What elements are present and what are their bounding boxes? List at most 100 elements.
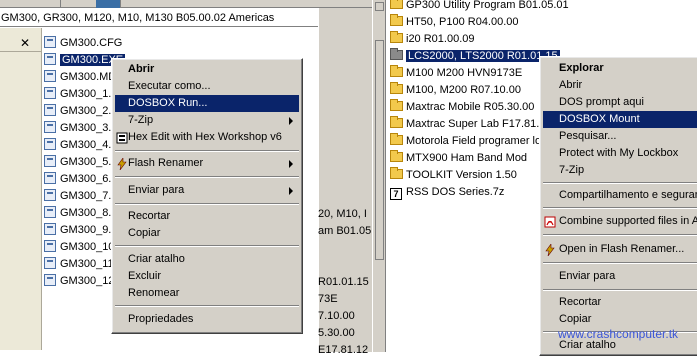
background-text: R01.01.15 (318, 276, 369, 288)
menu-item-propriedades[interactable]: Propriedades (115, 311, 299, 328)
menu-item-renomear[interactable]: Renomear (115, 285, 299, 302)
background-text: 20, M10, I (318, 208, 367, 220)
menu-item-hex-edit[interactable]: Hex Edit with Hex Workshop v6 (115, 129, 299, 146)
menu-item-copiar[interactable]: Copiar (115, 225, 299, 242)
folder-item-selected[interactable]: LCS2000, LTS2000 R01.01.15 (390, 48, 561, 65)
hex-workshop-icon (116, 132, 128, 144)
folder-item[interactable]: Motorola Field programer lo (390, 133, 541, 150)
menu-item-label: Open in Flash Renamer... (559, 243, 685, 255)
menu-item-7zip[interactable]: 7-Zip (115, 112, 299, 129)
file-item[interactable]: GM300_7. (44, 188, 111, 205)
folder-item[interactable]: M100 M200 HVN9173E (390, 65, 522, 82)
file-icon (44, 189, 56, 201)
file-icon (44, 274, 56, 286)
file-icon (44, 53, 56, 65)
file-icon (44, 36, 56, 48)
menu-item-combine-acrobat[interactable]: Combine supported files in Ac (543, 213, 697, 230)
menu-item-open-flash-renamer[interactable]: Open in Flash Renamer... (543, 241, 697, 258)
file-icon (44, 172, 56, 184)
file-icon (44, 70, 56, 82)
file-item[interactable]: GM300_6. (44, 171, 111, 188)
folder-icon (390, 65, 403, 77)
submenu-arrow-icon (289, 117, 293, 125)
menu-item-copiar[interactable]: Copiar (543, 311, 697, 328)
right-context-menu: Explorar Abrir DOS prompt aqui DOSBOX Mo… (539, 56, 697, 356)
background-text: 7.10.00 (318, 310, 355, 322)
menu-separator (115, 245, 299, 247)
file-icon (44, 104, 56, 116)
folder-item[interactable]: Maxtrac Mobile R05.30.00 (390, 99, 534, 116)
menu-separator (543, 289, 697, 291)
folder-item[interactable]: Maxtrac Super Lab F17.81. (390, 116, 539, 133)
left-path-text: GM300, GR300, M120, M10, M130 B05.00.02 … (1, 12, 275, 24)
menu-item-dosbox-mount[interactable]: DOSBOX Mount (543, 111, 697, 128)
menu-item-label: Enviar para (128, 184, 185, 196)
scroll-up-button[interactable] (375, 2, 384, 11)
file-icon (44, 206, 56, 218)
submenu-arrow-icon (289, 160, 293, 168)
menu-item-7zip[interactable]: 7-Zip (543, 162, 697, 179)
folder-item[interactable]: HT50, P100 R04.00.00 (390, 14, 519, 31)
folder-icon (390, 116, 403, 128)
left-toolbar-edge (0, 0, 372, 8)
folder-item[interactable]: i20 R01.00.09 (390, 31, 475, 48)
file-item[interactable]: GM300.CFG (44, 35, 122, 52)
menu-separator (543, 207, 697, 209)
menu-item-excluir[interactable]: Excluir (115, 268, 299, 285)
menu-item-executar-como[interactable]: Executar como... (115, 78, 299, 95)
menu-item-dos-prompt[interactable]: DOS prompt aqui (543, 94, 697, 111)
file-item[interactable]: GM300_12 (44, 273, 114, 290)
folder-icon (390, 150, 403, 162)
file-item[interactable]: GM300_10 (44, 239, 114, 256)
menu-item-enviar-para[interactable]: Enviar para (115, 182, 299, 199)
menu-item-lockbox[interactable]: Protect with My Lockbox (543, 145, 697, 162)
file-icon (44, 87, 56, 99)
folder-tree-header: ✕ (0, 34, 41, 52)
menu-item-criar-atalho[interactable]: Criar atalho (115, 251, 299, 268)
folder-icon (390, 133, 403, 145)
background-text: am B01.05 (318, 225, 372, 237)
file-item[interactable]: GM300_9. (44, 222, 111, 239)
file-item[interactable]: GM300_8. (44, 205, 111, 222)
7z-archive-icon: 7 (390, 188, 402, 200)
menu-item-enviar-para[interactable]: Enviar para (543, 268, 697, 285)
menu-item-recortar[interactable]: Recortar (543, 294, 697, 311)
menu-item-explorar[interactable]: Explorar (543, 60, 697, 77)
file-item[interactable]: GM300_1. (44, 86, 111, 103)
folder-item[interactable]: GP300 Utility Program B01.05.01 (390, 0, 569, 14)
lightning-icon (117, 158, 127, 170)
file-item[interactable]: GM300_3. (44, 120, 111, 137)
menu-item-flash-renamer[interactable]: Flash Renamer (115, 155, 299, 172)
folder-icon (390, 14, 403, 26)
file-item[interactable]: GM300_2. (44, 103, 111, 120)
folder-item[interactable]: M100, M200 R07.10.00 (390, 82, 521, 99)
background-text: 5.30.00 (318, 327, 355, 339)
file-item[interactable]: GM300.MD (44, 69, 116, 86)
folder-icon (390, 0, 403, 9)
file-icon (44, 240, 56, 252)
menu-item-abrir[interactable]: Abrir (543, 77, 697, 94)
file-item[interactable]: GM300_11 (44, 256, 114, 273)
menu-item-abrir[interactable]: Abrir (115, 61, 299, 78)
pane-scrollbar[interactable] (372, 0, 386, 352)
menu-item-recortar[interactable]: Recortar (115, 208, 299, 225)
watermark-text: www.crashcomputer.tk (558, 327, 679, 341)
menu-item-dosbox-run[interactable]: DOSBOX Run... (115, 95, 299, 112)
folder-item[interactable]: TOOLKIT Version 1.50 (390, 167, 517, 184)
menu-separator (115, 150, 299, 152)
scroll-thumb[interactable] (375, 40, 384, 260)
file-item[interactable]: 7 RSS DOS Series.7z (390, 184, 504, 201)
lightning-icon (545, 244, 555, 256)
file-icon (44, 155, 56, 167)
folder-item[interactable]: MTX900 Ham Band Mod (390, 150, 527, 167)
acrobat-icon (544, 216, 556, 228)
menu-item-pesquisar[interactable]: Pesquisar... (543, 128, 697, 145)
menu-separator (543, 182, 697, 184)
folder-icon (390, 48, 403, 60)
menu-item-compartilhamento[interactable]: Compartilhamento e segurança (543, 187, 697, 204)
file-item[interactable]: GM300_5. (44, 154, 111, 171)
left-context-menu: Abrir Executar como... DOSBOX Run... 7-Z… (111, 58, 303, 334)
close-icon[interactable]: ✕ (20, 37, 30, 49)
folder-icon (390, 31, 403, 43)
file-item[interactable]: GM300_4. (44, 137, 111, 154)
